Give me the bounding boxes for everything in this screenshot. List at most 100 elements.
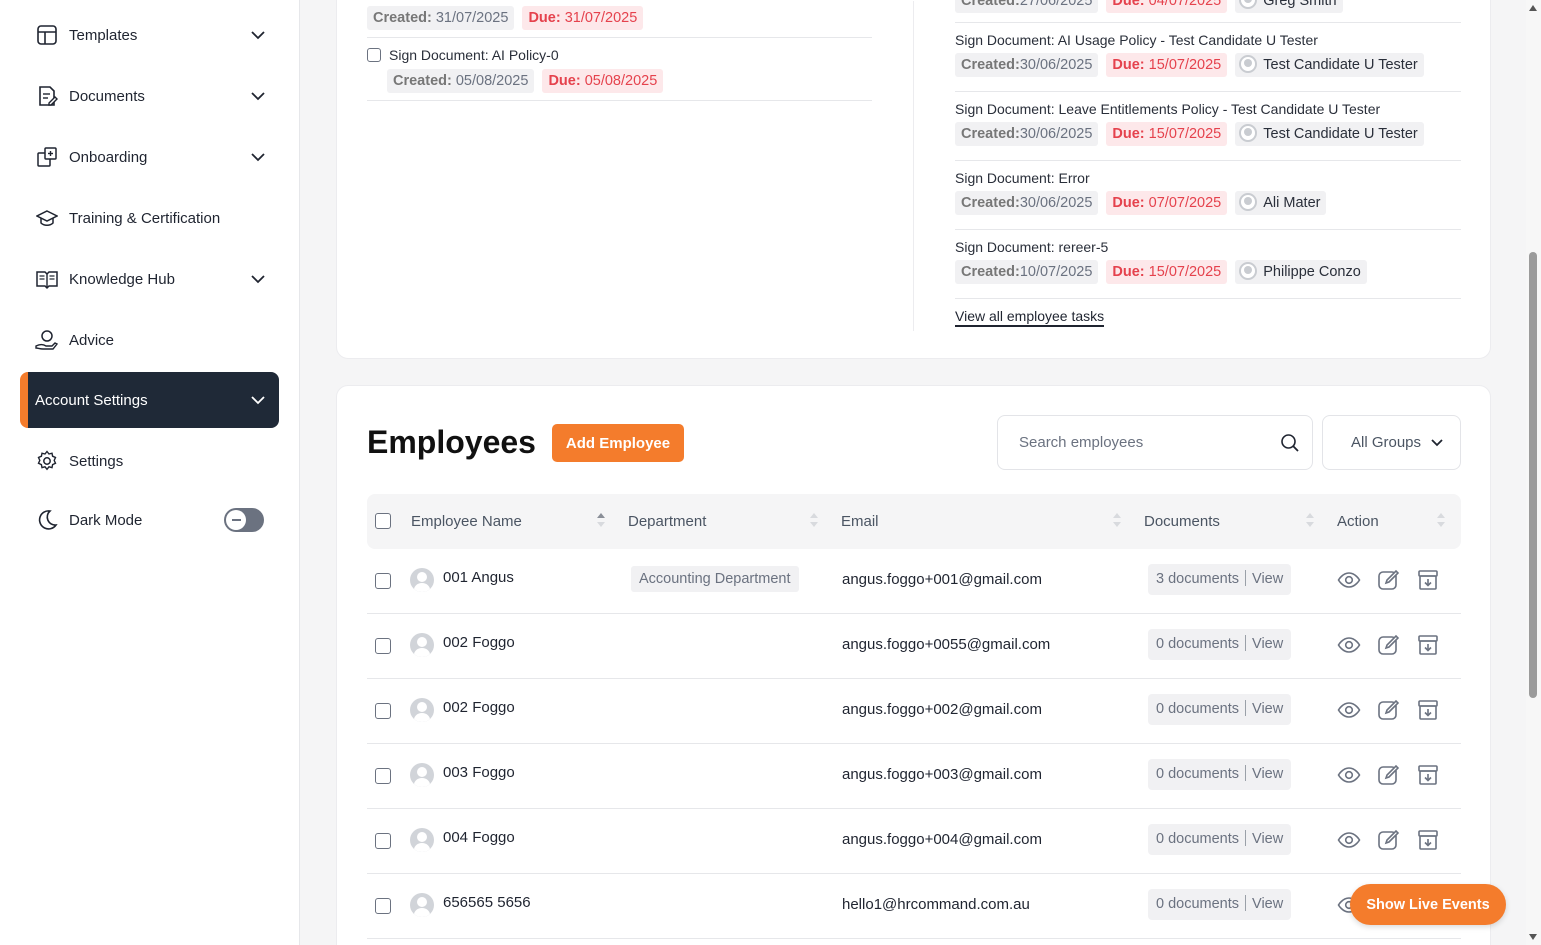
view-documents-link[interactable]: View <box>1252 831 1283 847</box>
sidebar-item-label: Settings <box>69 452 124 470</box>
sidebar-item-knowledge-hub[interactable]: Knowledge Hub <box>20 251 279 307</box>
sidebar-item-label: Onboarding <box>69 148 148 166</box>
sort-icon[interactable] <box>597 512 605 528</box>
documents-cell: 0 documents View <box>1148 889 1292 920</box>
row-checkbox[interactable] <box>375 768 391 784</box>
edit-icon[interactable] <box>1377 633 1401 657</box>
employee-name[interactable]: 002 Foggo <box>443 699 515 716</box>
due-chip: Due: 04/07/2025 <box>1106 0 1228 13</box>
column-header-email[interactable]: Email <box>841 513 879 530</box>
eye-icon[interactable] <box>1337 698 1361 722</box>
table-row: 004 Foggo angus.foggo+004@gmail.com 0 do… <box>367 809 1461 874</box>
task-title[interactable]: Sign Document: AI Policy-0 <box>389 47 559 63</box>
group-filter-select[interactable]: All Groups <box>1322 415 1461 470</box>
view-documents-link[interactable]: View <box>1252 896 1283 912</box>
advice-icon <box>35 328 59 352</box>
archive-icon[interactable] <box>1416 828 1440 852</box>
row-checkbox[interactable] <box>375 703 391 719</box>
employee-email: angus.foggo+001@gmail.com <box>842 571 1042 588</box>
scroll-up-arrow[interactable] <box>1529 5 1537 11</box>
scrollbar-thumb[interactable] <box>1529 252 1537 698</box>
view-documents-link[interactable]: View <box>1252 766 1283 782</box>
task-checkbox[interactable] <box>367 48 381 62</box>
task-title[interactable]: Sign Document: Error <box>955 170 1461 186</box>
documents-cell: 0 documents View <box>1148 694 1292 725</box>
chevron-down-icon <box>251 396 265 405</box>
employee-name[interactable]: 001 Angus <box>443 569 514 586</box>
task-item: Sign Document: rereer-5 Created:10/07/20… <box>955 230 1461 299</box>
column-header-employee-name[interactable]: Employee Name <box>411 513 522 530</box>
edit-icon[interactable] <box>1377 568 1401 592</box>
assignee-chip: Greg Smith <box>1235 0 1343 13</box>
column-divider <box>913 1 914 331</box>
column-header-action[interactable]: Action <box>1337 513 1379 530</box>
created-chip: Created:30/06/2025 <box>955 53 1099 77</box>
sort-icon[interactable] <box>1437 512 1445 528</box>
eye-icon[interactable] <box>1337 763 1361 787</box>
search-icon[interactable] <box>1280 433 1300 453</box>
created-chip: Created:27/06/2025 <box>955 0 1099 13</box>
employee-email: hello1@hrcommand.com.au <box>842 896 1030 913</box>
task-title[interactable]: Sign Document: rereer-5 <box>955 239 1461 255</box>
sidebar-item-onboarding[interactable]: Onboarding <box>20 129 279 185</box>
eye-icon[interactable] <box>1337 568 1361 592</box>
sidebar-item-label: Advice <box>69 331 115 349</box>
page-title: Employees <box>367 424 536 460</box>
search-input[interactable]: Search employees <box>997 415 1313 470</box>
add-employee-button[interactable]: Add Employee <box>552 424 684 462</box>
scrollbar[interactable] <box>1526 0 1541 945</box>
sort-icon[interactable] <box>1306 512 1314 528</box>
avatar <box>1239 55 1258 73</box>
sort-icon[interactable] <box>1113 512 1121 528</box>
sidebar-item-label: Dark Mode <box>69 511 143 529</box>
employee-name[interactable]: 004 Foggo <box>443 829 515 846</box>
view-all-tasks-link[interactable]: View all employee tasks <box>955 308 1105 327</box>
archive-icon[interactable] <box>1416 763 1440 787</box>
view-documents-link[interactable]: View <box>1252 571 1283 587</box>
avatar <box>1239 193 1258 211</box>
eye-icon[interactable] <box>1337 633 1361 657</box>
search-placeholder: Search employees <box>1019 434 1144 451</box>
row-checkbox[interactable] <box>375 833 391 849</box>
sidebar-item-account-settings[interactable]: Account Settings <box>20 372 279 428</box>
archive-icon[interactable] <box>1416 698 1440 722</box>
sidebar-item-documents[interactable]: Documents <box>20 68 279 124</box>
employee-name[interactable]: 656565 5656 <box>443 894 531 911</box>
scroll-down-arrow[interactable] <box>1529 934 1537 940</box>
select-all-checkbox[interactable] <box>375 513 391 529</box>
created-chip: Created:30/06/2025 <box>955 191 1099 215</box>
column-header-department[interactable]: Department <box>628 513 706 530</box>
eye-icon[interactable] <box>1337 828 1361 852</box>
employee-name[interactable]: 003 Foggo <box>443 764 515 781</box>
archive-icon[interactable] <box>1416 633 1440 657</box>
sidebar-item-training[interactable]: Training & Certification <box>20 190 279 246</box>
view-documents-link[interactable]: View <box>1252 636 1283 652</box>
sidebar-item-label: Documents <box>69 87 145 105</box>
dark-mode-toggle[interactable] <box>224 508 264 532</box>
column-header-documents[interactable]: Documents <box>1144 513 1220 530</box>
edit-icon[interactable] <box>1377 828 1401 852</box>
row-checkbox[interactable] <box>375 898 391 914</box>
book-icon <box>35 267 59 291</box>
employees-card: Employees Add Employee Search employees … <box>336 385 1491 945</box>
sidebar-item-templates[interactable]: Templates <box>20 7 279 63</box>
edit-icon[interactable] <box>1377 698 1401 722</box>
created-chip: Created:30/06/2025 <box>955 122 1099 146</box>
employee-email: angus.foggo+003@gmail.com <box>842 766 1042 783</box>
task-title[interactable]: Sign Document: Leave Entitlements Policy… <box>955 101 1461 117</box>
chevron-down-icon <box>1431 439 1443 447</box>
task-title[interactable]: Sign Document: AI Usage Policy - Test Ca… <box>955 32 1461 48</box>
sidebar: Templates Documents Onboarding Training … <box>0 0 300 945</box>
sidebar-item-settings[interactable]: Settings <box>20 433 279 489</box>
sidebar-item-advice[interactable]: Advice <box>20 312 279 368</box>
row-checkbox[interactable] <box>375 573 391 589</box>
employee-name[interactable]: 002 Foggo <box>443 634 515 651</box>
view-documents-link[interactable]: View <box>1252 701 1283 717</box>
edit-icon[interactable] <box>1377 763 1401 787</box>
sort-icon[interactable] <box>810 512 818 528</box>
archive-icon[interactable] <box>1416 568 1440 592</box>
row-checkbox[interactable] <box>375 638 391 654</box>
table-row: 002 Foggo angus.foggo+0055@gmail.com 0 d… <box>367 614 1461 679</box>
avatar <box>410 698 434 722</box>
show-live-events-button[interactable]: Show Live Events <box>1350 884 1506 925</box>
